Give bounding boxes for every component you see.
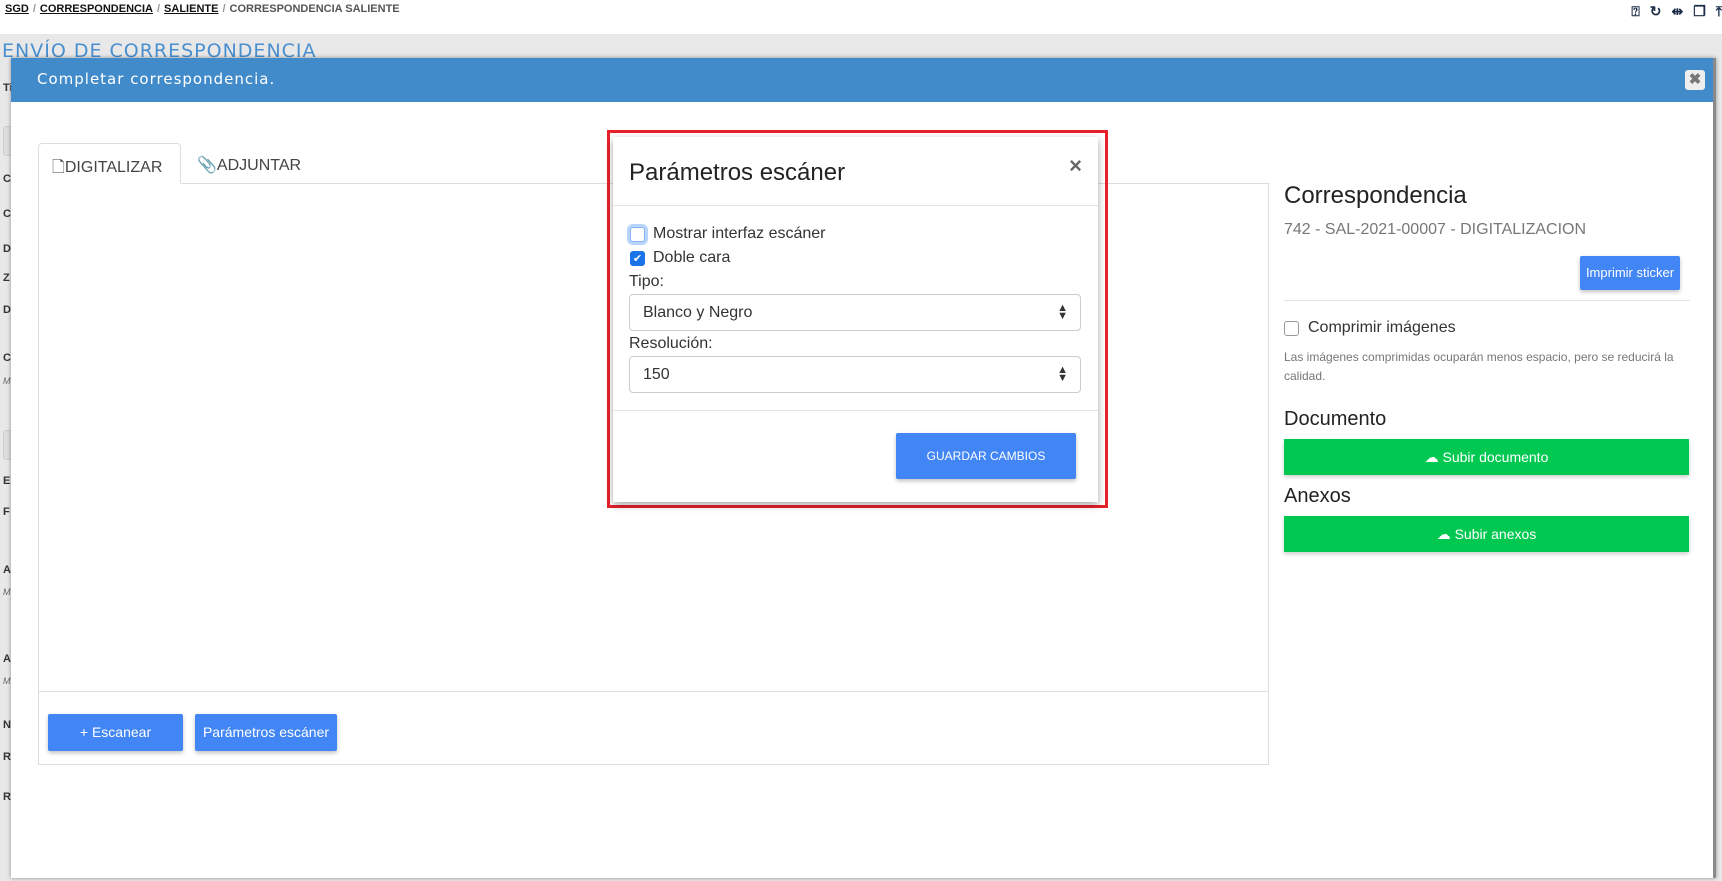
file-icon: 🗋 [52, 159, 65, 176]
duplex-checkbox[interactable]: ✔ [630, 251, 645, 266]
show-interface-label: Mostrar interfaz escáner [653, 225, 826, 242]
upload-document-button[interactable]: ☁ Subir documento [1284, 439, 1689, 475]
annex-heading: Anexos [1284, 485, 1351, 507]
compress-images-checkbox[interactable] [1284, 321, 1299, 336]
help-icon[interactable]: ⍰ [1631, 3, 1639, 20]
dialog-close-button[interactable]: × [1069, 153, 1082, 179]
upload-annex-button[interactable]: ☁ Subir anexos [1284, 516, 1689, 552]
select-value: Blanco y Negro [643, 304, 753, 321]
select-value: 150 [643, 366, 670, 383]
save-changes-button[interactable]: GUARDAR CAMBIOS [896, 433, 1076, 479]
tab-label: DIGITALIZAR [64, 159, 163, 176]
side-letter: Z [3, 272, 10, 284]
cloud-upload-icon: ☁ [1436, 526, 1451, 542]
cloud-upload-icon: ☁ [1424, 449, 1439, 465]
modal-close-button[interactable]: ✖ [1685, 70, 1705, 90]
side-letter: F [3, 506, 10, 518]
side-letter: N [3, 719, 11, 731]
split-icon[interactable]: ⇹ [1672, 3, 1684, 20]
tab-label: ADJUNTAR [216, 157, 302, 174]
select-arrows-icon: ▲ ▼ [1057, 302, 1068, 322]
side-letter: C [3, 208, 11, 220]
side-letter: A [3, 653, 11, 665]
resolution-label: Resolución: [629, 335, 713, 352]
scanner-params-button[interactable]: Parámetros escáner [195, 714, 337, 751]
correspondence-heading: Correspondencia [1284, 182, 1467, 209]
side-letter: M [3, 376, 11, 386]
side-letter: M [3, 587, 11, 597]
button-label: Subir anexos [1454, 526, 1537, 542]
side-letter: A [3, 564, 11, 576]
divider [613, 410, 1098, 411]
scan-button[interactable]: + Escanear [48, 714, 183, 751]
type-select[interactable]: Blanco y Negro ▲ ▼ [629, 294, 1081, 331]
refresh-icon[interactable]: ↻ [1650, 3, 1662, 20]
tab-adjuntar[interactable]: 📎ADJUNTAR [184, 143, 314, 184]
show-interface-checkbox[interactable] [630, 227, 645, 242]
scroll-top-icon[interactable]: ⤒ [1716, 3, 1722, 20]
type-label: Tipo: [629, 273, 664, 290]
compress-images-label: Comprimir imágenes [1308, 319, 1456, 336]
breadcrumb-current: CORRESPONDENCIA SALIENTE [229, 3, 400, 15]
divider [1284, 300, 1690, 301]
check-icon: ✔ [632, 253, 643, 265]
side-letter: R [3, 791, 11, 803]
compress-help-text: Las imágenes comprimidas ocuparán menos … [1284, 350, 1674, 383]
side-letter: E [3, 475, 11, 487]
modal-header: Completar correspondencia. [11, 58, 1713, 102]
dialog-title: Parámetros escáner [629, 159, 846, 186]
side-letter: M [3, 676, 11, 686]
breadcrumb-saliente[interactable]: SALIENTE [164, 3, 218, 15]
select-arrows-icon: ▲ ▼ [1057, 364, 1068, 384]
divider [38, 691, 1269, 692]
resolution-select[interactable]: 150 ▲ ▼ [629, 356, 1081, 393]
top-toolbar: ⍰ ↻ ⇹ ❐ ⤒ [1631, 3, 1722, 20]
document-heading: Documento [1284, 408, 1387, 430]
tab-digitalizar[interactable]: 🗋DIGITALIZAR [38, 143, 181, 184]
breadcrumb-sgd[interactable]: SGD [5, 3, 29, 15]
breadcrumb-correspondencia[interactable]: CORRESPONDENCIA [40, 3, 153, 15]
correspondence-id: 742 - SAL-2021-00007 - DIGITALIZACION [1284, 221, 1587, 238]
side-letter: D [3, 243, 11, 255]
duplex-label: Doble cara [653, 249, 731, 266]
breadcrumb: SGD / CORRESPONDENCIA / SALIENTE / CORRESPONDE… [5, 3, 400, 15]
paperclip-icon: 📎 [197, 157, 217, 174]
restore-window-icon[interactable]: ❐ [1693, 3, 1706, 20]
modal-title: Completar correspondencia. [37, 70, 276, 88]
side-letter: D [3, 304, 11, 316]
print-sticker-button[interactable]: Imprimir sticker [1580, 256, 1680, 290]
side-letter: C [3, 352, 11, 364]
side-letter: C [3, 173, 11, 185]
divider [613, 205, 1098, 206]
scanner-params-dialog: Parámetros escáner × Mostrar interfaz es… [613, 137, 1098, 502]
button-label: Subir documento [1442, 449, 1549, 465]
side-letter: R [3, 751, 11, 763]
